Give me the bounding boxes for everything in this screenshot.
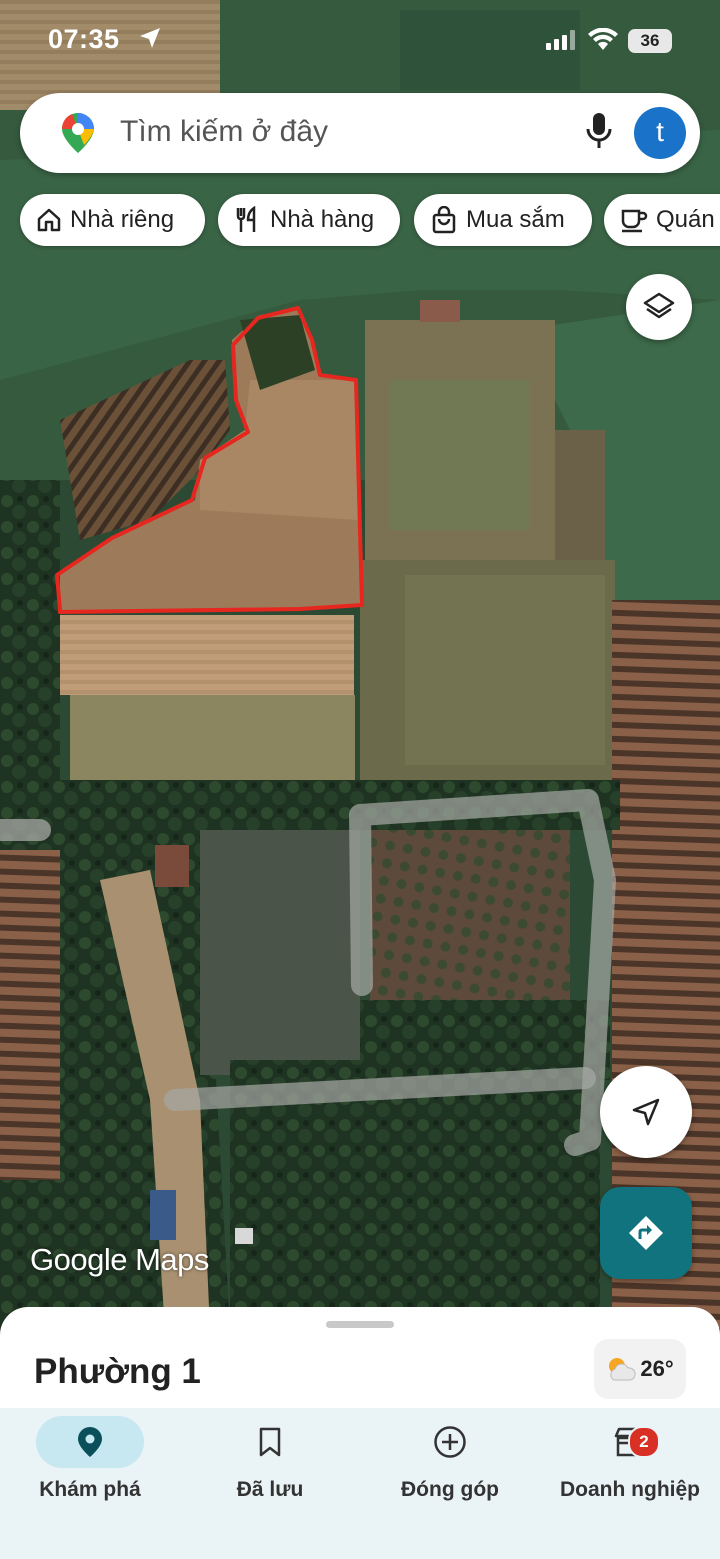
navigation-arrow-icon <box>632 1098 660 1126</box>
nav-contribute[interactable]: Đóng góp <box>360 1408 540 1528</box>
search-input[interactable]: Tìm kiếm ở đây <box>120 115 328 149</box>
chip-label: Mua sắm <box>466 206 565 233</box>
add-circle-icon <box>434 1426 466 1458</box>
chip-shopping[interactable]: Mua sắm <box>414 194 592 246</box>
restaurant-icon <box>236 206 256 232</box>
chip-label: Nhà riêng <box>70 206 175 233</box>
layers-icon <box>643 292 675 319</box>
microphone-icon[interactable] <box>586 111 612 151</box>
battery-indicator: 36 <box>628 29 672 53</box>
nav-label: Doanh nghiệp <box>560 1478 700 1501</box>
wifi-icon <box>588 28 618 50</box>
nav-saved-pill <box>216 1416 324 1468</box>
nav-explore-pill <box>36 1416 144 1468</box>
nav-explore[interactable]: Khám phá <box>0 1408 180 1528</box>
chip-restaurant[interactable]: Nhà hàng <box>218 194 400 246</box>
layers-button[interactable] <box>626 274 692 340</box>
status-time: 07:35 <box>48 24 120 54</box>
search-bar[interactable]: Tìm kiếm ở đây t <box>20 93 700 173</box>
chip-label: Quán <box>656 206 715 233</box>
location-arrow-icon <box>140 28 160 48</box>
home-icon <box>37 208 61 232</box>
directions-button[interactable] <box>600 1187 692 1279</box>
notification-badge: 2 <box>628 1426 660 1458</box>
avatar[interactable]: t <box>634 107 686 159</box>
chip-cafe[interactable]: Quán <box>604 194 720 246</box>
category-chips: Nhà riêng Nhà hàng Mua sắm Quán <box>20 194 720 248</box>
place-title: Phường 1 <box>34 1352 201 1391</box>
temperature-label: 26° <box>640 1356 674 1381</box>
nav-label: Khám phá <box>39 1478 141 1501</box>
nav-business[interactable]: Doanh nghiệp <box>540 1408 720 1528</box>
location-pin-icon <box>78 1427 102 1457</box>
bottom-sheet[interactable]: Phường 1 26° <box>0 1307 720 1417</box>
nav-label: Đã lưu <box>236 1478 304 1501</box>
chip-label: Nhà hàng <box>270 206 375 233</box>
my-location-button[interactable] <box>600 1066 692 1158</box>
shopping-bag-icon <box>432 206 456 234</box>
sheet-drag-handle[interactable] <box>326 1321 394 1328</box>
nav-saved[interactable]: Đã lưu <box>180 1408 360 1528</box>
chip-home[interactable]: Nhà riêng <box>20 194 205 246</box>
nav-contribute-pill <box>396 1416 504 1468</box>
status-bar: 07:35 36 <box>0 0 720 80</box>
google-maps-attribution: Google Maps <box>30 1242 209 1277</box>
nav-label: Đóng góp <box>401 1478 499 1501</box>
partly-cloudy-icon <box>609 1358 636 1381</box>
google-maps-pin-icon <box>61 113 94 153</box>
bookmark-icon <box>259 1427 281 1457</box>
bottom-navigation: Khám phá Đã lưu Đóng góp Doanh nghiệp 2 <box>0 1408 720 1559</box>
coffee-icon <box>621 209 648 233</box>
weather-badge[interactable]: 26° <box>594 1339 686 1399</box>
directions-icon <box>629 1216 663 1250</box>
cellular-signal-icon <box>546 30 575 50</box>
